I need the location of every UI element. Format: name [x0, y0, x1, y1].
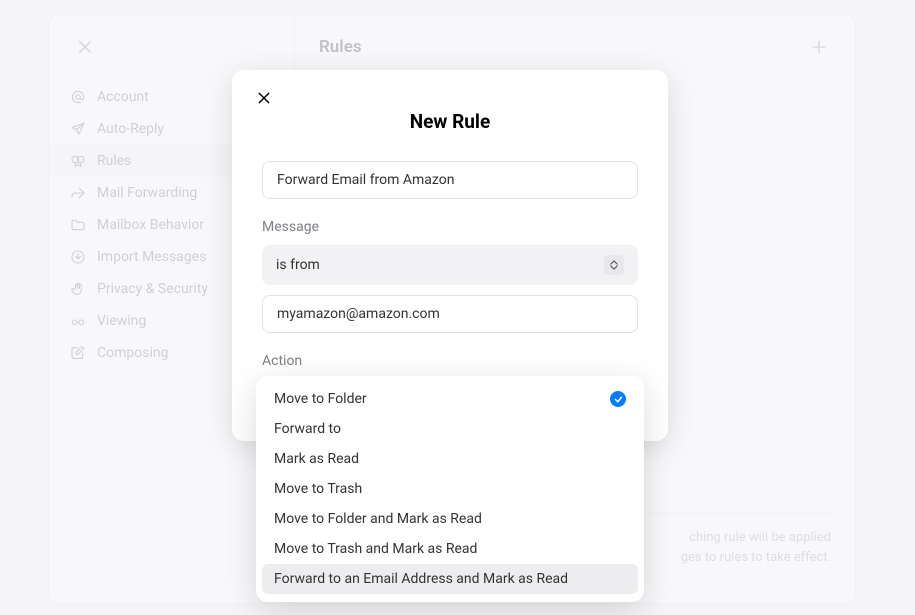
stepper-icon — [604, 255, 624, 275]
action-option-label: Move to Folder and Mark as Read — [274, 511, 482, 527]
action-option-label: Move to Folder — [274, 391, 367, 407]
close-icon[interactable] — [252, 86, 276, 110]
modal-title: New Rule — [262, 110, 638, 133]
action-option[interactable]: Forward to — [262, 414, 638, 444]
action-option[interactable]: Move to Trash and Mark as Read — [262, 534, 638, 564]
message-condition-select[interactable]: is from — [262, 245, 638, 285]
action-option-label: Move to Trash and Mark as Read — [274, 541, 477, 557]
action-option[interactable]: Move to Folder — [262, 384, 638, 414]
action-option[interactable]: Move to Trash — [262, 474, 638, 504]
action-dropdown: Move to Folder Forward to Mark as Read Move… — [256, 376, 644, 602]
message-condition-value: is from — [276, 257, 320, 273]
action-option-label: Mark as Read — [274, 451, 359, 467]
message-section-label: Message — [262, 219, 638, 235]
action-option[interactable]: Move to Folder and Mark as Read — [262, 504, 638, 534]
action-option-label: Forward to an Email Address and Mark as … — [274, 571, 568, 587]
action-section-label: Action — [262, 353, 638, 369]
action-option[interactable]: Forward to an Email Address and Mark as … — [262, 564, 638, 594]
checkmark-icon — [610, 391, 626, 407]
message-value-input[interactable] — [262, 295, 638, 333]
action-option-label: Move to Trash — [274, 481, 362, 497]
action-option[interactable]: Mark as Read — [262, 444, 638, 474]
rule-name-input[interactable] — [262, 161, 638, 199]
action-option-label: Forward to — [274, 421, 341, 437]
